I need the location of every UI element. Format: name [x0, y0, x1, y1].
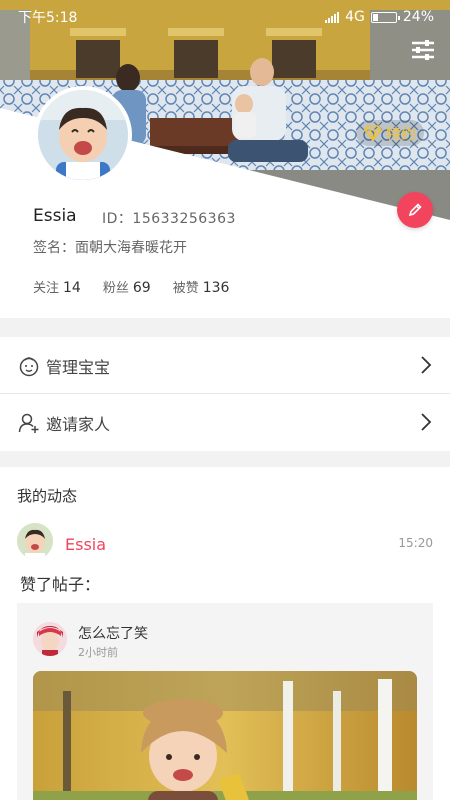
chevron-right-icon: [421, 413, 432, 431]
signal-icon: [325, 11, 340, 23]
status-time: 下午5:18: [18, 10, 78, 26]
post-author-avatar[interactable]: [17, 523, 53, 559]
profile-info: Essia ID：15633256363 签名：面朝大海春暖花开 关注 14 粉丝…: [0, 206, 450, 318]
post-time: 15:20: [398, 536, 433, 550]
card-post-time: 2小时前: [78, 646, 118, 659]
battery-icon: [370, 11, 400, 23]
menu-item-label: 邀请家人: [46, 414, 111, 434]
menu-item-label: 管理宝宝: [46, 357, 111, 377]
user-name: Essia: [33, 206, 77, 226]
menu-item-manage-baby[interactable]: 管理宝宝: [0, 337, 450, 394]
settings-menu: 管理宝宝 邀请家人: [0, 337, 450, 451]
user-avatar[interactable]: [34, 86, 132, 184]
network-type: 4G: [345, 9, 365, 25]
status-bar: 下午5:18 4G 24%: [0, 0, 450, 34]
user-id: ID：15633256363: [102, 211, 236, 227]
baby-face-icon: [19, 356, 39, 376]
profile-page: 下午5:18 4G 24% 特约 Essia ID：15633256363 签名…: [0, 0, 450, 800]
add-user-icon: [18, 413, 39, 433]
chevron-right-icon: [421, 356, 432, 374]
post-action-text: 赞了帖子：: [20, 575, 101, 594]
stat-following[interactable]: 关注 14: [33, 277, 81, 296]
stat-followers[interactable]: 粉丝 69: [103, 277, 151, 296]
diamond-icon: [363, 125, 382, 141]
battery-percent: 24%: [402, 9, 434, 25]
section-title: 我的动态: [17, 487, 78, 505]
edit-profile-button[interactable]: [397, 192, 433, 228]
my-activity-section: 我的动态 Essia 15:20 赞了帖子： 怎么忘了笑 2小时前: [0, 467, 450, 800]
sliders-icon[interactable]: [410, 38, 436, 62]
post-author-name[interactable]: Essia: [65, 535, 106, 554]
pencil-icon: [408, 203, 422, 217]
post-photo[interactable]: [33, 671, 417, 800]
user-signature: 签名：面朝大海春暖花开: [33, 240, 187, 256]
card-author-name: 怎么忘了笑: [78, 626, 148, 642]
stat-likes[interactable]: 被赞 136: [173, 277, 230, 296]
special-contributor-badge[interactable]: 特约: [355, 120, 424, 146]
user-stats: 关注 14 粉丝 69 被赞 136: [33, 277, 229, 296]
card-author-avatar[interactable]: [33, 622, 67, 656]
liked-post-card[interactable]: 怎么忘了笑 2小时前: [17, 603, 433, 800]
badge-label: 特约: [385, 124, 416, 143]
menu-item-invite-family[interactable]: 邀请家人: [0, 394, 450, 451]
